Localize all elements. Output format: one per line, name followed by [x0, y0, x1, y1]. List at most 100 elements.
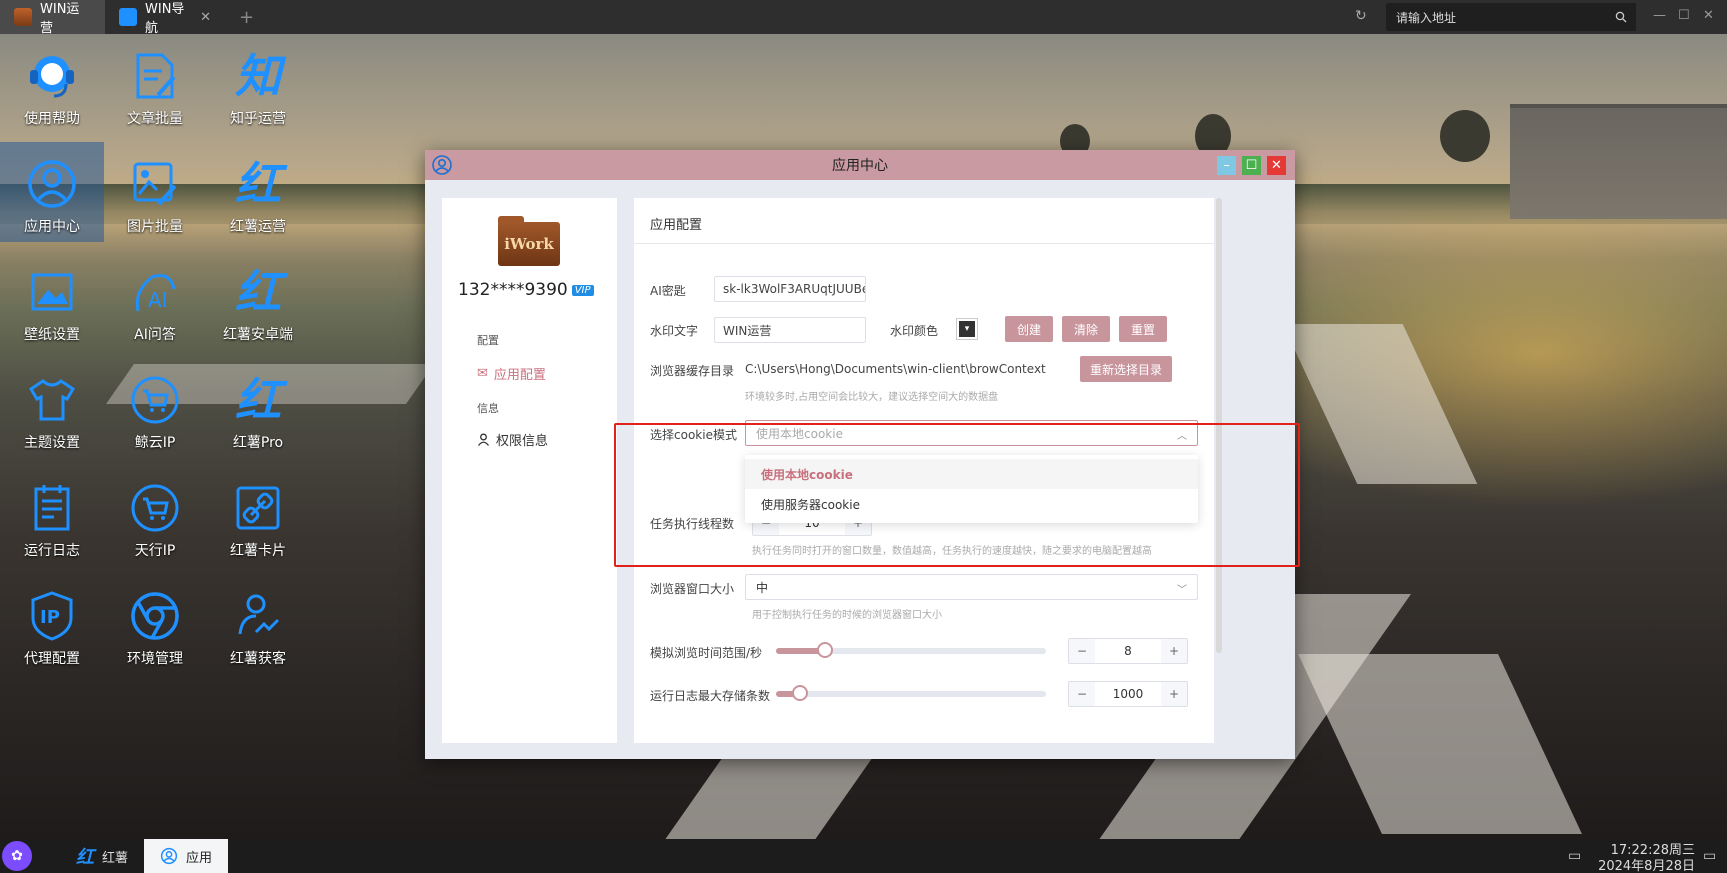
desktop-icon-hongshu-ops[interactable]: 红 红薯运营 — [206, 142, 310, 242]
desktop-icon-app-center[interactable]: 应用中心 — [0, 142, 104, 242]
minimize-icon[interactable]: — — [1653, 8, 1666, 23]
hong-icon: 红 — [76, 847, 94, 868]
slider-handle[interactable] — [792, 685, 808, 701]
username: 132****9390 VIP — [458, 280, 594, 300]
start-menu-icon[interactable]: ✿ — [2, 841, 32, 871]
taskbar-app-hongshu[interactable]: 红 红薯 — [60, 839, 144, 873]
log-max-value[interactable]: 1000 — [1095, 687, 1161, 701]
cache-dir-label: 浏览器缓存目录 — [650, 364, 735, 378]
desktop-icon-theme[interactable]: 主题设置 — [0, 358, 104, 458]
chevron-down-icon: ﹀ — [1177, 585, 1187, 596]
watermark-color-picker[interactable]: ▾ — [956, 318, 978, 340]
desktop-icon-wallpaper[interactable]: 壁纸设置 — [0, 250, 104, 350]
desktop-icon-zhihu[interactable]: 知 知乎运营 — [206, 34, 310, 134]
ip-shield-icon: IP — [22, 586, 82, 646]
chrome-icon — [125, 586, 185, 646]
new-tab-button[interactable]: + — [225, 0, 268, 34]
avatar: iWork — [498, 216, 560, 266]
window-size-select[interactable]: 中 ﹀ — [745, 574, 1198, 600]
maximize-icon[interactable]: ☐ — [1678, 8, 1690, 23]
sidebar-item-app-config[interactable]: ✉ 应用配置 — [477, 364, 546, 383]
browse-time-value[interactable]: 8 — [1095, 644, 1161, 658]
window-maximize-button[interactable]: ☐ — [1242, 156, 1261, 175]
sidebar-item-permission[interactable]: 权限信息 — [477, 430, 548, 449]
person-icon — [119, 8, 137, 26]
monitor-icon[interactable]: ▭ — [1568, 848, 1581, 864]
tab-win-nav[interactable]: WIN导航 ✕ — [105, 0, 225, 36]
address-input[interactable]: 请输入地址 — [1386, 3, 1636, 31]
slider-handle[interactable] — [817, 642, 833, 658]
hong-icon: 红 — [235, 265, 281, 319]
log-icon — [22, 478, 82, 538]
user-circle-icon — [160, 847, 178, 865]
notification-icon[interactable]: ▭ — [1703, 848, 1716, 864]
cache-dir-hint: 环境较多时,占用空间会比较大，建议选择空间大的数据盘 — [745, 392, 999, 403]
close-icon[interactable]: ✕ — [1703, 8, 1714, 23]
desktop-icon-article-batch[interactable]: 文章批量 — [103, 34, 207, 134]
app-logo-icon — [14, 8, 32, 26]
desktop-icon-tianxing-ip[interactable]: 天行IP — [103, 466, 207, 566]
browse-time-stepper[interactable]: − 8 + — [1068, 638, 1188, 664]
plus-button[interactable]: + — [1161, 639, 1187, 663]
watermark-color-label: 水印颜色 — [890, 324, 939, 338]
window-title-bar[interactable]: 应用中心 – ☐ ✕ — [425, 150, 1295, 180]
sidebar-group-config: 配置 — [477, 334, 499, 347]
window-size-label: 浏览器窗口大小 — [650, 582, 735, 596]
user-trend-icon — [228, 586, 288, 646]
mail-icon: ✉ — [477, 366, 488, 381]
log-max-slider[interactable] — [776, 685, 1046, 701]
taskbar-app-center[interactable]: 应用 — [144, 839, 229, 873]
highlight-box — [614, 423, 1300, 567]
user-circle-icon — [432, 155, 452, 175]
browse-time-label: 模拟浏览时间范围/秒 — [650, 646, 763, 660]
cart-circle-icon — [125, 478, 185, 538]
browse-time-slider[interactable] — [776, 642, 1046, 658]
minus-button[interactable]: − — [1069, 682, 1095, 706]
watermark-text-label: 水印文字 — [650, 324, 699, 338]
window-size-hint: 用于控制执行任务的时候的浏览器窗口大小 — [752, 610, 942, 621]
plus-button[interactable]: + — [1161, 682, 1187, 706]
person-icon — [477, 433, 490, 446]
clear-button[interactable]: 清除 — [1062, 316, 1110, 342]
window-minimize-button[interactable]: – — [1217, 156, 1236, 175]
desktop-icon-env-manage[interactable]: 环境管理 — [103, 574, 207, 674]
chevron-down-icon: ▾ — [959, 321, 975, 337]
window-close-button[interactable]: ✕ — [1267, 156, 1286, 175]
ai-key-input[interactable]: sk-lk3WolF3ARUqtJUUBe5 — [714, 276, 866, 302]
cart-circle-icon — [125, 370, 185, 430]
desktop-icon-ai-qa[interactable]: AI AI问答 — [103, 250, 207, 350]
reset-button[interactable]: 重置 — [1119, 316, 1167, 342]
user-circle-icon — [22, 154, 82, 214]
desktop-icon-jingyun-ip[interactable]: 鲸云IP — [103, 358, 207, 458]
tab-label: WIN运营 — [40, 2, 80, 36]
sidebar-group-info: 信息 — [477, 402, 499, 415]
log-max-label: 运行日志最大存储条数 — [650, 689, 771, 703]
hong-icon: 红 — [235, 157, 281, 211]
desktop-icon-image-batch[interactable]: 图片批量 — [103, 142, 207, 242]
tab-label: WIN导航 — [145, 2, 185, 36]
picture-icon — [22, 262, 82, 322]
minus-button[interactable]: − — [1069, 639, 1095, 663]
taskbar: ✿ 红 红薯 应用 — [0, 839, 1727, 873]
image-edit-icon — [125, 154, 185, 214]
search-icon[interactable] — [1606, 3, 1636, 31]
desktop-icon-hongshu-android[interactable]: 红 红薯安卓端 — [206, 250, 310, 350]
desktop-icon-proxy-config[interactable]: IP 代理配置 — [0, 574, 104, 674]
watermark-text-input[interactable]: WIN运营 — [714, 317, 866, 343]
tab-win-yunying[interactable]: WIN运营 — [0, 0, 105, 36]
refresh-icon[interactable]: ↻ — [1355, 8, 1367, 24]
create-button[interactable]: 创建 — [1005, 316, 1053, 342]
desktop-icon-run-log[interactable]: 运行日志 — [0, 466, 104, 566]
svg-text:AI: AI — [148, 288, 168, 312]
desktop-icon-hongshu-card[interactable]: 红薯卡片 — [206, 466, 310, 566]
document-edit-icon — [125, 46, 185, 106]
log-max-stepper[interactable]: − 1000 + — [1068, 681, 1188, 707]
close-icon[interactable]: ✕ — [200, 10, 211, 25]
shirt-icon — [22, 370, 82, 430]
desktop-icon-hongshu-pro[interactable]: 红 红薯Pro — [206, 358, 310, 458]
zhi-icon: 知 — [235, 49, 281, 103]
panel-title: 应用配置 — [634, 198, 1214, 244]
desktop-icon-help[interactable]: 使用帮助 — [0, 34, 104, 134]
desktop-icon-hongshu-customer[interactable]: 红薯获客 — [206, 574, 310, 674]
reselect-dir-button[interactable]: 重新选择目录 — [1080, 356, 1172, 382]
